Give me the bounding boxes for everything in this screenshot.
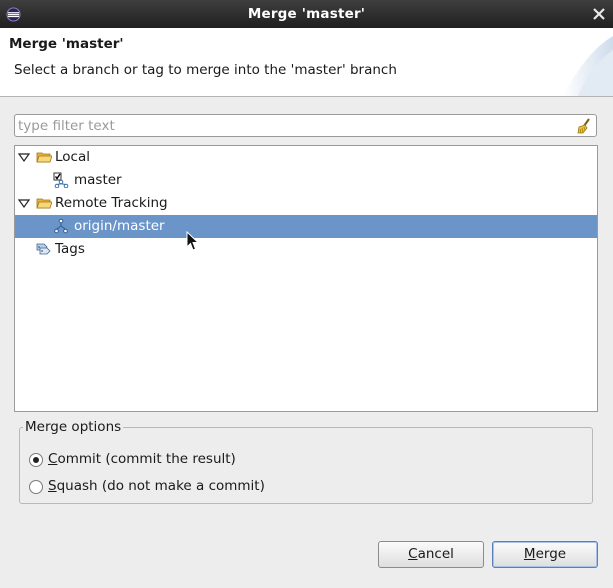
- merge-options-group: Merge options Commit (commit the result)…: [19, 419, 593, 504]
- squash-radio[interactable]: [29, 480, 43, 494]
- tree-node-remote-tracking[interactable]: Remote Tracking: [15, 192, 597, 215]
- checked-out-branch-icon: [53, 172, 69, 188]
- tree-node-origin-master[interactable]: origin/master: [15, 215, 597, 238]
- folder-open-icon: [36, 198, 52, 209]
- ref-tree[interactable]: Local master Remote Tracking origin/mast…: [14, 145, 598, 412]
- tree-node-master[interactable]: master: [15, 169, 597, 192]
- close-icon[interactable]: [590, 5, 608, 23]
- merge-label: erge: [535, 546, 567, 562]
- header-banner-graphic: [563, 36, 613, 96]
- window-titlebar[interactable]: Merge 'master': [0, 0, 613, 28]
- merge-button[interactable]: Merge: [492, 541, 598, 568]
- window-title: Merge 'master': [247, 6, 366, 22]
- branch-icon: [54, 218, 68, 234]
- squash-radio-label[interactable]: Squash (do not make a commit): [48, 478, 265, 494]
- squash-mnemonic: S: [48, 478, 57, 494]
- tree-node-label: Remote Tracking: [55, 195, 168, 211]
- cancel-mnemonic: C: [408, 546, 418, 562]
- filter-field[interactable]: [14, 114, 597, 137]
- commit-radio[interactable]: [29, 453, 43, 467]
- dialog-description: Select a branch or tag to merge into the…: [14, 62, 397, 78]
- commit-label-text: ommit (commit the result): [57, 451, 236, 467]
- mouse-cursor-icon: [186, 231, 199, 251]
- tree-node-label: Local: [55, 149, 90, 165]
- folder-open-icon: [36, 152, 52, 163]
- squash-label-text: quash (do not make a commit): [56, 478, 265, 494]
- filter-input[interactable]: [18, 116, 568, 135]
- tree-node-label: master: [74, 172, 122, 188]
- tree-node-label: origin/master: [74, 218, 165, 234]
- merge-mnemonic: M: [523, 546, 536, 562]
- expand-triangle-icon[interactable]: [18, 199, 30, 209]
- cancel-label: ancel: [417, 546, 454, 562]
- tree-node-local[interactable]: Local: [15, 146, 597, 169]
- tree-node-tags[interactable]: Tags: [15, 238, 597, 261]
- tree-node-label: Tags: [55, 241, 85, 257]
- expand-triangle-icon[interactable]: [18, 153, 30, 163]
- dialog-header: Merge 'master' Select a branch or tag to…: [0, 28, 613, 97]
- commit-radio-label[interactable]: Commit (commit the result): [48, 451, 236, 467]
- merge-options-legend: Merge options: [23, 419, 124, 435]
- clear-filter-icon[interactable]: [575, 117, 593, 135]
- dialog-title: Merge 'master': [9, 36, 124, 52]
- cancel-button[interactable]: Cancel: [378, 541, 484, 568]
- tags-icon: [36, 243, 51, 255]
